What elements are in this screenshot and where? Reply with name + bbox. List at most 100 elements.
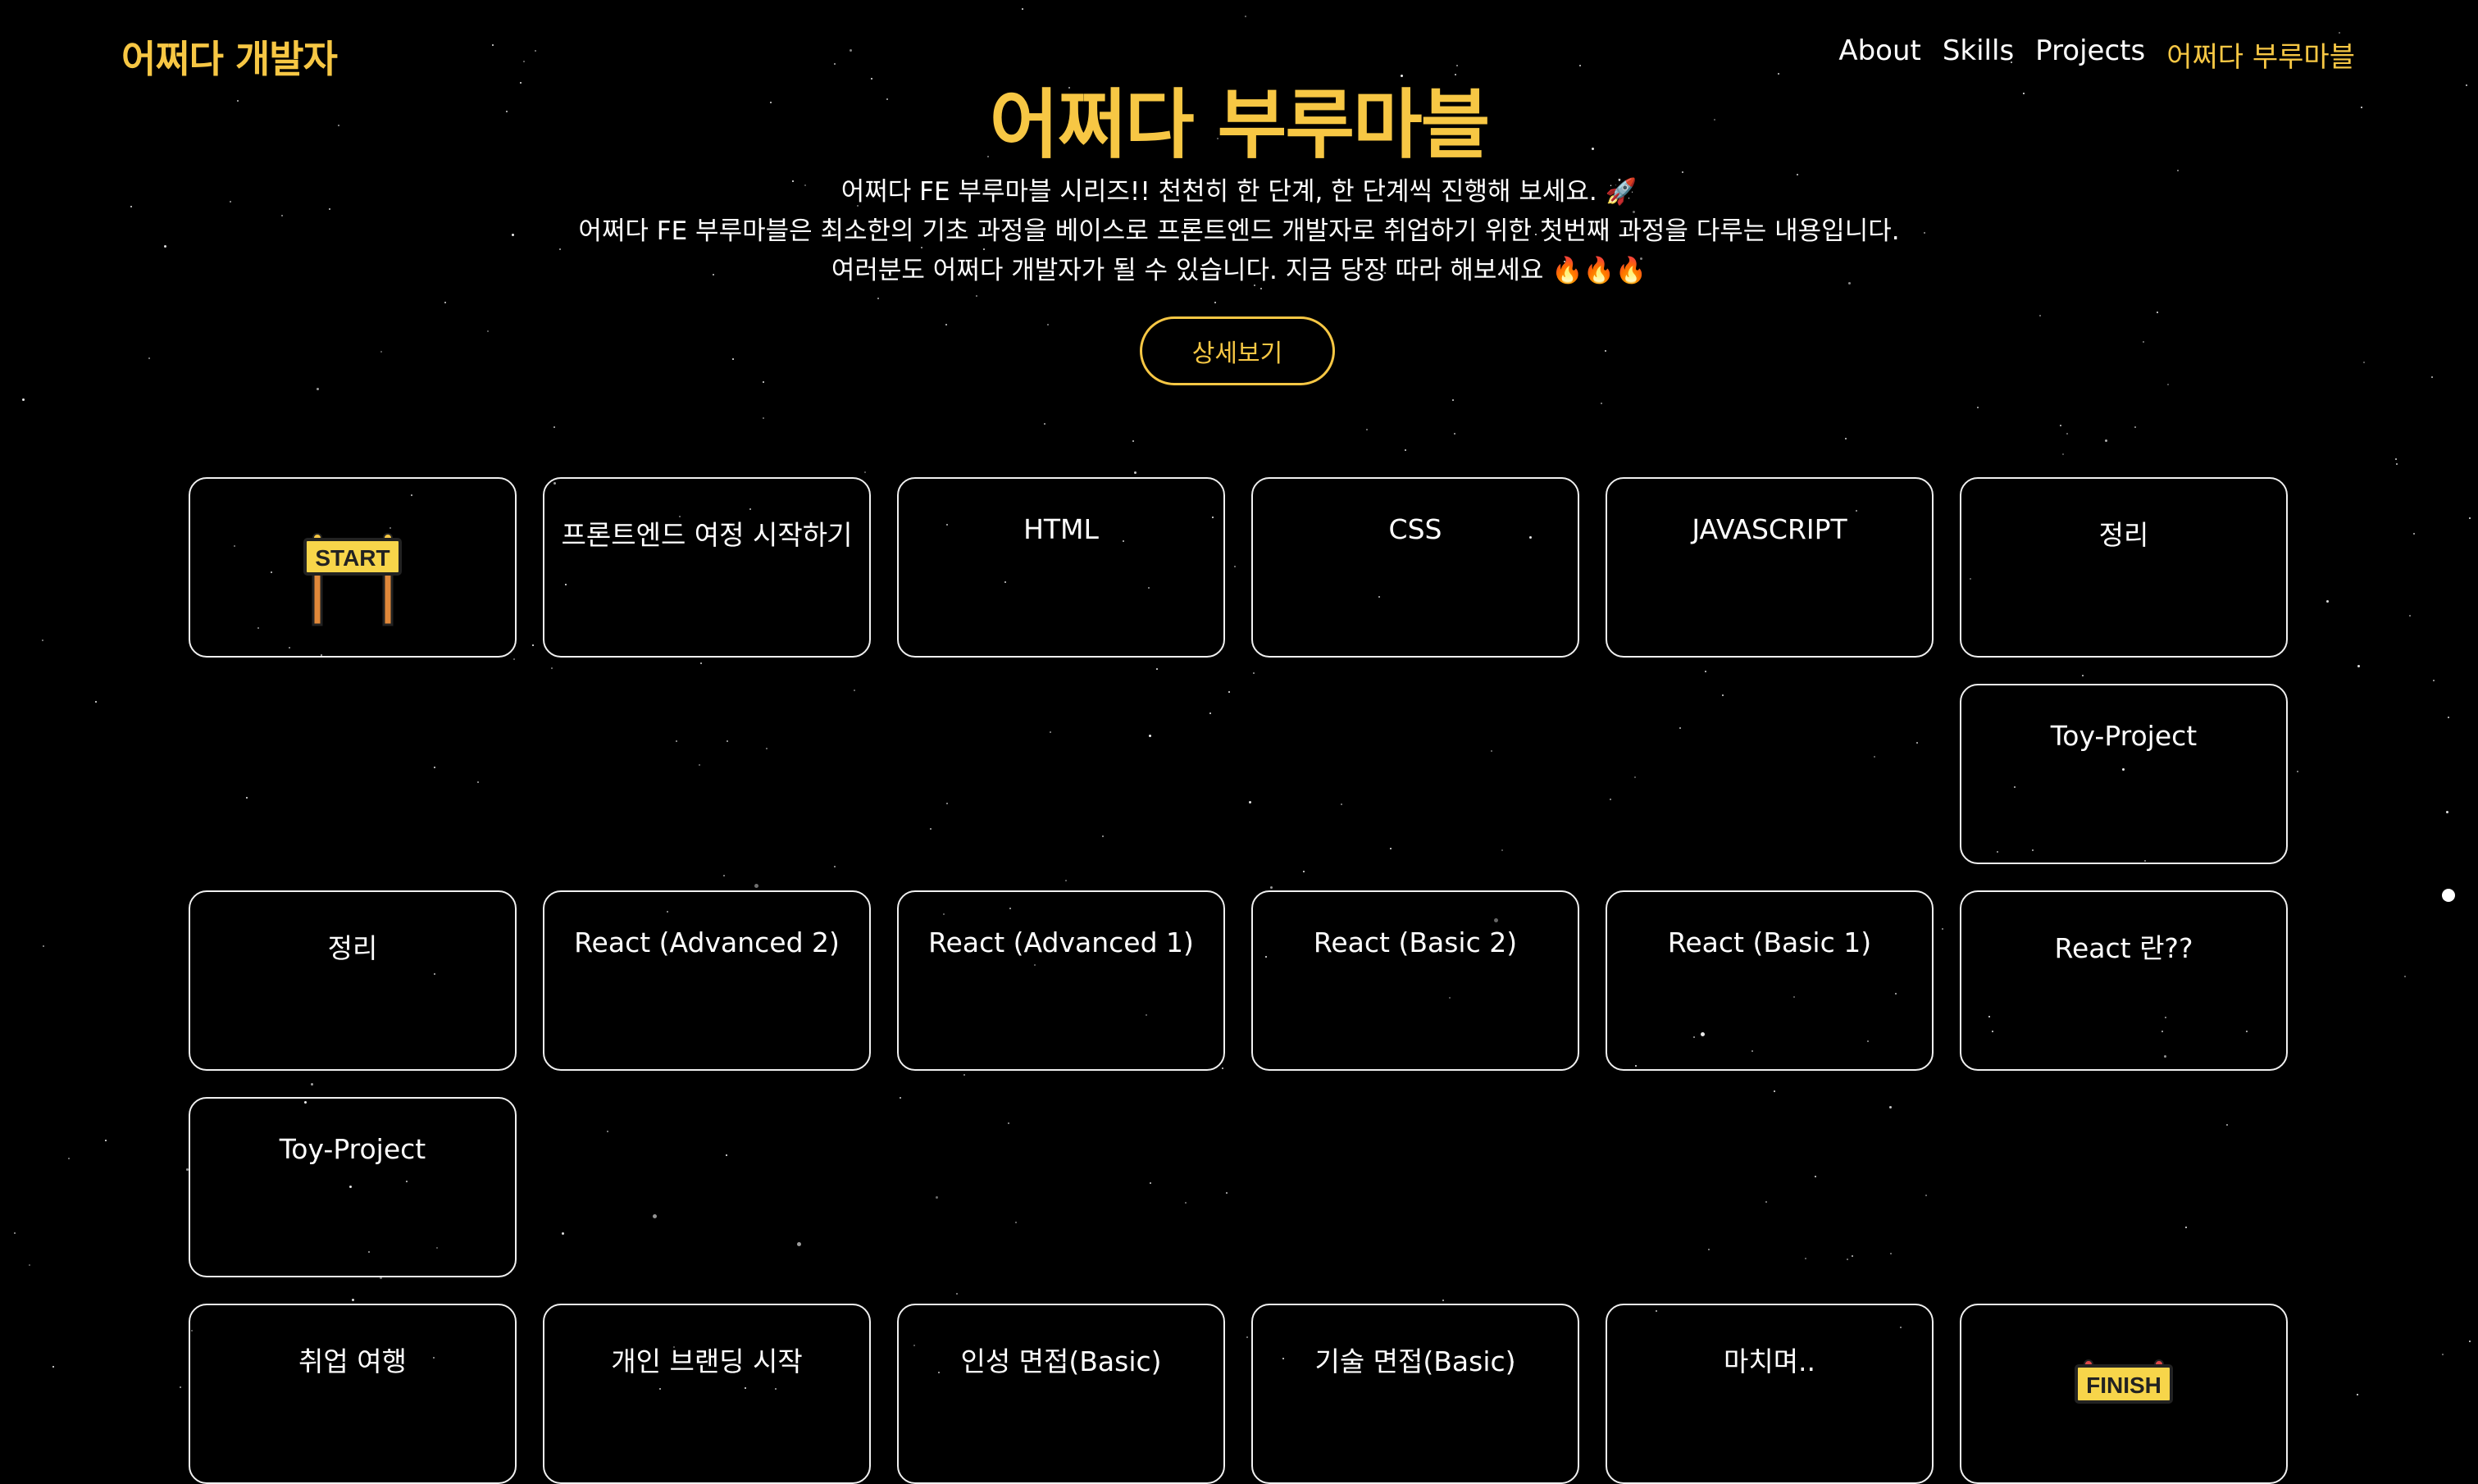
star-dot [1222,1067,1223,1069]
star-dot [2395,458,2397,460]
star-dot [1765,1201,1767,1203]
star-dot [2157,312,2158,313]
star-dot [1008,1122,1009,1124]
star-dot [2039,315,2041,316]
star-dot [1050,731,1051,733]
hero-description-line: 어쩌다 FE 부루마블 시리즈!! 천천히 한 단계, 한 단계씩 진행해 보세… [840,177,1638,207]
board-tile[interactable]: 마치며.. [1606,1304,1934,1484]
star-dot [68,1158,70,1159]
detail-button[interactable]: 상세보기 [1140,316,1335,385]
star-dot [1156,668,1158,670]
star-dot [535,50,536,52]
star-dot [1442,1300,1444,1301]
star-dot [1185,1202,1187,1204]
star-dot [1270,886,1273,889]
star-dot [1214,302,1216,303]
star-dot [380,351,382,353]
star-dot [2326,600,2329,603]
board-tile[interactable]: 정리 [189,890,517,1071]
star-dot [936,1196,938,1199]
star-dot [2185,1227,2187,1228]
star-dot [1977,407,1979,408]
board-tile[interactable]: React (Advanced 2) [543,890,871,1071]
board-tile[interactable]: Toy-Project [189,1097,517,1277]
star-dot [963,1074,965,1076]
board-tile-finish[interactable]: FINISH [1960,1304,2288,1484]
star-dot [1366,429,1368,430]
star-dot [1890,1253,1892,1254]
star-dot [2442,889,2455,902]
star-dot [52,1366,54,1368]
star-dot [1845,438,1847,439]
star-dot [2448,717,2449,718]
star-dot [14,1232,16,1234]
star-dot [1601,403,1602,404]
star-dot [1610,799,1611,800]
star-dot [699,764,700,766]
board-tile[interactable]: 개인 브랜딩 시작 [543,1304,871,1484]
star-dot [1491,750,1492,752]
star-dot [1634,776,1636,778]
star-dot [754,884,758,888]
board-tile[interactable]: HTML [897,477,1225,658]
star-dot [1705,671,1706,672]
star-dot [976,295,977,297]
star-dot [2357,665,2360,667]
star-dot [444,302,446,303]
star-dot [1249,801,1251,803]
svg-text:START: START [315,545,389,571]
board-tile-start[interactable]: START [189,477,517,658]
star-dot [1405,449,1406,451]
star-dot [1132,440,1134,442]
star-dot [2469,517,2471,519]
star-dot [2066,433,2068,435]
star-dot [766,748,768,749]
start-sign-icon: START [303,533,402,626]
star-dot [1874,756,1875,758]
star-dot [2297,771,2298,772]
star-dot [1246,1336,1248,1338]
star-dot [1708,1249,1710,1250]
star-dot [2226,1124,2228,1126]
star-dot [2363,362,2365,363]
board-tile[interactable]: 인성 면접(Basic) [897,1304,1225,1484]
star-dot [95,701,97,703]
star-dot [492,44,494,46]
star-dot [727,740,728,742]
star-dot [42,640,43,641]
star-dot [1245,16,1246,17]
star-dot [2105,439,2107,442]
hero-description: 어쩌다 FE 부루마블 시리즈!! 천천히 한 단계, 한 단계씩 진행해 보세… [0,172,2478,290]
star-dot [1065,880,1067,881]
star-dot [2469,1341,2471,1342]
board-tile[interactable]: React (Basic 2) [1251,890,1579,1071]
board-tile[interactable]: React (Advanced 1) [897,890,1225,1071]
board-tile[interactable]: 기술 면접(Basic) [1251,1304,1579,1484]
board-tile[interactable]: JAVASCRIPT [1606,477,1934,658]
hero-description-line: 어쩌다 FE 부루마블은 최소한의 기초 과정을 베이스로 프론트엔드 개발자로… [578,216,1900,246]
star-dot [900,1097,901,1099]
board-tile[interactable]: 정리 [1960,477,2288,658]
star-dot [2433,680,2435,681]
star-dot [1805,1258,1806,1259]
star-dot [2442,1354,2444,1355]
star-dot [1303,871,1305,872]
board-tile[interactable]: React (Basic 1) [1606,890,1934,1071]
board-tile[interactable]: CSS [1251,477,1579,658]
board-tile[interactable]: 취업 여행 [189,1304,517,1484]
board-tile[interactable]: React 란?? [1960,890,2288,1071]
star-dot [1341,803,1342,805]
star-dot [1228,691,1230,693]
star-dot [1454,433,1455,435]
star-dot [834,866,836,867]
star-dot [2143,341,2144,343]
star-dot [1847,1259,1848,1260]
star-dot [1774,1090,1775,1092]
star-dot [1925,1195,1927,1196]
star-dot [1102,835,1104,837]
board-tile[interactable]: 프론트엔드 여정 시작하기 [543,477,871,658]
star-dot [2357,1394,2358,1395]
board-tile[interactable]: Toy-Project [1960,684,2288,864]
star-dot [2082,675,2084,676]
star-dot [877,298,879,299]
